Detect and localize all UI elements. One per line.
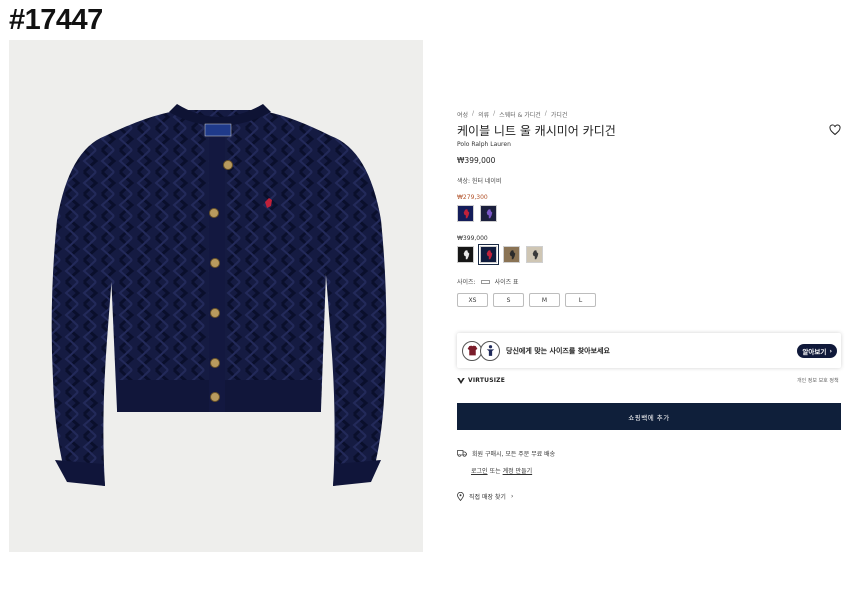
breadcrumb-clothing[interactable]: 의류 <box>478 110 489 119</box>
store-locator-link[interactable]: 직접 매장 찾기 › <box>457 492 513 501</box>
find-size-button[interactable]: 알아보기 › <box>797 344 837 358</box>
product-image <box>9 40 423 552</box>
sale-color-swatch-1[interactable] <box>480 205 497 222</box>
pony-logo-icon <box>463 250 470 260</box>
size-l-button[interactable]: L <box>565 293 596 307</box>
pony-logo-icon <box>509 250 516 260</box>
login-row: 로그인 또는 계정 만들기 <box>471 466 532 475</box>
pony-logo-icon <box>532 250 539 260</box>
product-title: 케이블 니트 울 캐시미어 카디건 <box>457 124 616 138</box>
size-label-row: 사이즈: 사이즈 표 <box>457 277 519 286</box>
pony-logo-icon <box>486 209 493 219</box>
breadcrumb: 여성 / 의류 / 스웨터 & 가디건 / 가디건 <box>457 110 568 119</box>
pony-logo-icon <box>463 209 470 219</box>
truck-icon <box>457 450 467 457</box>
shipping-text: 회원 구매시, 모든 주문 무료 배송 <box>472 451 556 458</box>
privacy-policy-link[interactable]: 개인 정보 보호 정책 <box>797 377 839 384</box>
virtusize-v-icon <box>457 377 465 384</box>
body-icon <box>480 340 500 361</box>
breadcrumb-women[interactable]: 여성 <box>457 110 468 119</box>
virtusize-message: 당신에게 맞는 사이즈를 찾아보세요 <box>506 346 610 355</box>
listing-id: #17447 <box>9 4 103 36</box>
ruler-icon <box>480 279 490 284</box>
sale-color-swatch-0[interactable] <box>457 205 474 222</box>
shipping-info: 회원 구매시, 모든 주문 무료 배송 <box>457 449 555 458</box>
store-locator-text: 직접 매장 찾기 <box>469 494 506 501</box>
breadcrumb-sweaters[interactable]: 스웨터 & 가디건 <box>499 110 541 119</box>
size-s-button[interactable]: S <box>493 293 524 307</box>
login-link[interactable]: 로그인 <box>471 466 488 475</box>
create-account-link[interactable]: 계정 만들기 <box>503 466 533 475</box>
color-swatch-2[interactable] <box>503 246 520 263</box>
size-guide-link[interactable]: 사이즈 표 <box>495 277 519 286</box>
chevron-right-icon: › <box>829 347 832 355</box>
color-swatch-3[interactable] <box>526 246 543 263</box>
find-size-label: 알아보기 <box>802 348 827 356</box>
regular-swatch-row <box>457 244 543 265</box>
color-swatch-1[interactable] <box>478 244 499 265</box>
virtusize-banner[interactable]: 당신에게 맞는 사이즈를 찾아보세요 알아보기 › <box>457 333 841 368</box>
color-swatch-0[interactable] <box>457 246 474 263</box>
virtusize-logo-text: VIRTUSIZE <box>468 377 505 384</box>
product-brand: Polo Ralph Lauren <box>457 141 511 148</box>
add-to-bag-button[interactable]: 쇼핑백에 추가 <box>457 403 841 430</box>
garment-icon <box>462 340 482 361</box>
breadcrumb-cardigans[interactable]: 가디건 <box>551 110 568 119</box>
size-m-button[interactable]: M <box>529 293 560 307</box>
wishlist-heart-icon[interactable] <box>829 124 841 136</box>
or-text: 또는 <box>489 468 501 475</box>
sale-price: ₩279,300 <box>457 194 488 201</box>
product-price: ₩399,000 <box>457 156 496 165</box>
location-pin-icon <box>457 492 464 501</box>
sale-swatch-row <box>457 205 497 222</box>
size-label: 사이즈: <box>457 279 476 286</box>
color-label: 색상: 헌터 네이비 <box>457 178 502 185</box>
chevron-right-icon: › <box>510 493 514 500</box>
regular-price: ₩399,000 <box>457 235 488 242</box>
pony-logo-icon <box>486 250 493 260</box>
virtusize-logo: VIRTUSIZE <box>457 377 505 384</box>
size-xs-button[interactable]: XS <box>457 293 488 307</box>
size-options: XS S M L <box>457 293 596 307</box>
